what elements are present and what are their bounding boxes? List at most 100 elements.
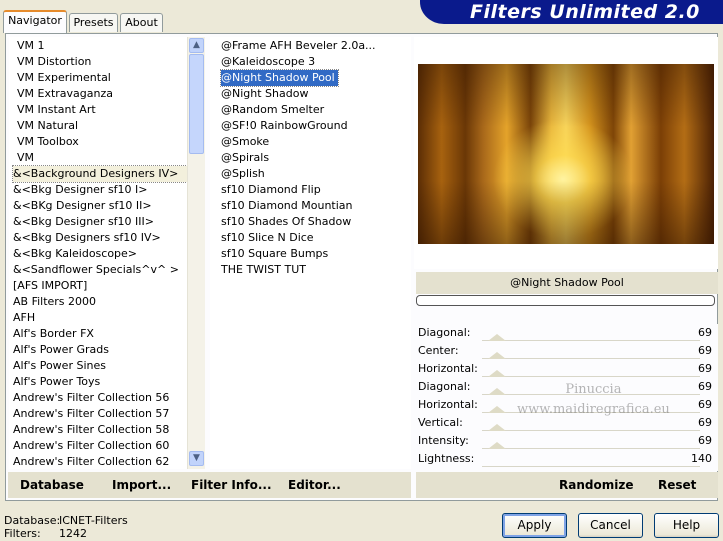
filter-item[interactable]: sf10 Shades Of Shadow xyxy=(221,214,411,230)
filter-info-button[interactable]: Filter Info... xyxy=(191,478,272,492)
category-item[interactable]: VM Instant Art xyxy=(13,102,187,118)
filter-item[interactable]: @Night Shadow Pool xyxy=(220,69,339,87)
filter-item[interactable]: @Frame AFH Beveler 2.0a... xyxy=(221,38,411,54)
filter-item[interactable]: sf10 Square Bumps xyxy=(221,246,411,262)
category-scrollbar[interactable]: ▲ ▼ xyxy=(187,37,205,469)
slider-thumb[interactable] xyxy=(488,406,506,413)
scroll-thumb[interactable] xyxy=(189,54,204,154)
parameter-label: Diagonal: xyxy=(418,380,471,393)
tab-about[interactable]: About xyxy=(120,13,163,32)
filter-item[interactable]: sf10 Slice N Dice xyxy=(221,230,411,246)
arrow-up-icon[interactable]: ▲ xyxy=(189,38,204,53)
category-item[interactable]: &<Sandflower Specials^v^ > xyxy=(13,262,187,278)
category-item[interactable]: [AFS IMPORT] xyxy=(13,278,187,294)
arrow-down-icon[interactable]: ▼ xyxy=(189,451,204,466)
filter-item[interactable]: sf10 Diamond Flip xyxy=(221,182,411,198)
tab-navigator[interactable]: Navigator xyxy=(3,10,67,33)
category-item[interactable]: VM Extravaganza xyxy=(13,86,187,102)
help-button[interactable]: Help xyxy=(654,513,719,538)
parameter-label: Horizontal: xyxy=(418,362,478,375)
left-toolbar: Database Import... Filter Info... Editor… xyxy=(8,472,411,498)
parameter-value: 69 xyxy=(698,434,712,447)
category-item[interactable]: AB Filters 2000 xyxy=(13,294,187,310)
slider-track[interactable] xyxy=(482,448,700,449)
selected-filter-name: @Night Shadow Pool xyxy=(416,272,718,294)
category-item[interactable]: Andrew's Filter Collection 62 xyxy=(13,454,187,469)
category-item[interactable]: Andrew's Filter Collection 58 xyxy=(13,422,187,438)
category-list[interactable]: VM 1 VM Distortion VM Experimental VM Extra… xyxy=(9,37,187,469)
parameter-value: 69 xyxy=(698,380,712,393)
progress-bar xyxy=(416,295,715,306)
category-item[interactable]: &<Bkg Designers sf10 IV> xyxy=(13,230,187,246)
parameter-slider[interactable]: Diagonal: 69 xyxy=(416,324,716,342)
parameter-value: 69 xyxy=(698,416,712,429)
category-item[interactable]: VM Experimental xyxy=(13,70,187,86)
category-item[interactable]: VM 1 xyxy=(13,38,187,54)
parameter-label: Horizontal: xyxy=(418,398,478,411)
category-item[interactable]: &<Bkg Designer sf10 I> xyxy=(13,182,187,198)
filter-item[interactable]: @Smoke xyxy=(221,134,411,150)
category-item[interactable]: Alf's Power Toys xyxy=(13,374,187,390)
reset-button[interactable]: Reset xyxy=(658,478,696,492)
category-item[interactable]: Andrew's Filter Collection 57 xyxy=(13,406,187,422)
parameter-label: Diagonal: xyxy=(418,326,471,339)
filter-list[interactable]: @Frame AFH Beveler 2.0a... @Kaleidoscope … xyxy=(210,37,411,469)
apply-button[interactable]: Apply xyxy=(502,513,567,538)
filters-label: Filters: xyxy=(4,527,41,540)
category-item[interactable]: &<Bkg Designer sf10 III> xyxy=(13,214,187,230)
database-value: ICNET-Filters xyxy=(59,514,128,527)
slider-track[interactable] xyxy=(482,376,700,377)
parameter-value: 69 xyxy=(698,344,712,357)
slider-track[interactable] xyxy=(482,358,700,359)
parameter-slider[interactable]: Horizontal: 69 xyxy=(416,360,716,378)
slider-thumb[interactable] xyxy=(488,334,506,341)
tab-presets[interactable]: Presets xyxy=(69,13,118,32)
category-item[interactable]: &<Background Designers IV> xyxy=(12,165,187,183)
slider-track[interactable] xyxy=(482,430,700,431)
slider-thumb[interactable] xyxy=(488,424,506,431)
category-item[interactable]: AFH xyxy=(13,310,187,326)
filter-item[interactable]: THE TWIST TUT xyxy=(221,262,411,278)
right-toolbar: Randomize Reset xyxy=(416,472,718,498)
category-item[interactable]: Andrew's Filter Collection 60 xyxy=(13,438,187,454)
editor-button[interactable]: Editor... xyxy=(288,478,341,492)
cancel-button[interactable]: Cancel xyxy=(578,513,643,538)
category-item[interactable]: &<Bkg Kaleidoscope> xyxy=(13,246,187,262)
category-item[interactable]: VM Toolbox xyxy=(13,134,187,150)
slider-track[interactable] xyxy=(482,340,700,341)
category-item[interactable]: Andrew's Filter Collection 56 xyxy=(13,390,187,406)
filter-item[interactable]: @Splish xyxy=(221,166,411,182)
database-button[interactable]: Database xyxy=(20,478,84,492)
parameter-label: Center: xyxy=(418,344,459,357)
category-item[interactable]: Alf's Border FX xyxy=(13,326,187,342)
parameter-label: Intensity: xyxy=(418,434,469,447)
preview-image xyxy=(418,64,714,244)
watermark: Pinuccia www.maidiregrafica.eu xyxy=(517,382,670,417)
slider-thumb[interactable] xyxy=(488,442,506,449)
parameter-slider[interactable]: Lightness: 140 xyxy=(416,450,716,468)
slider-thumb[interactable] xyxy=(488,388,506,395)
category-item[interactable]: VM Distortion xyxy=(13,54,187,70)
category-item[interactable]: &<BKg Designer sf10 II> xyxy=(13,198,187,214)
randomize-button[interactable]: Randomize xyxy=(559,478,633,492)
slider-thumb[interactable] xyxy=(488,352,506,359)
filter-item[interactable]: @SF!0 RainbowGround xyxy=(221,118,411,134)
parameter-slider[interactable]: Intensity: 69 xyxy=(416,432,716,450)
parameter-label: Lightness: xyxy=(418,452,475,465)
import-button[interactable]: Import... xyxy=(112,478,171,492)
parameter-label: Vertical: xyxy=(418,416,463,429)
category-item[interactable]: Alf's Power Grads xyxy=(13,342,187,358)
parameter-value: 69 xyxy=(698,362,712,375)
slider-thumb[interactable] xyxy=(488,370,506,377)
category-item[interactable]: VM Natural xyxy=(13,118,187,134)
parameter-slider[interactable]: Center: 69 xyxy=(416,342,716,360)
database-label: Database: xyxy=(4,514,61,527)
filter-item[interactable]: @Random Smelter xyxy=(221,102,411,118)
filter-item[interactable]: @Spirals xyxy=(221,150,411,166)
category-item[interactable]: Alf's Power Sines xyxy=(13,358,187,374)
filter-item[interactable]: sf10 Diamond Mountian xyxy=(221,198,411,214)
filter-item[interactable]: @Kaleidoscope 3 xyxy=(221,54,411,70)
category-item[interactable]: VM xyxy=(13,150,187,166)
slider-track[interactable] xyxy=(482,466,700,467)
filter-item[interactable]: @Night Shadow xyxy=(221,86,411,102)
